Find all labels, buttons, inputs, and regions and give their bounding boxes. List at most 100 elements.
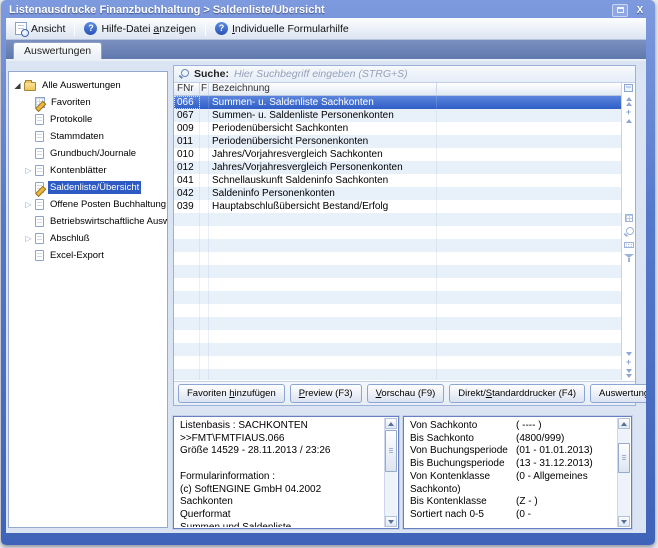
zoom-icon[interactable] <box>624 227 634 237</box>
toolbar: Ansicht ?Hilfe-Datei anzeigen ?Individuell… <box>6 18 646 40</box>
table-empty-row[interactable] <box>174 278 621 291</box>
direkt-standarddrucker-f4-button[interactable]: Direkt/Standarddrucker (F4) <box>449 384 585 403</box>
scroll-plus-down-icon[interactable]: + <box>626 359 631 366</box>
tree-item-betriebswirtschaftliche-auswertungen[interactable]: Betriebswirtschaftliche Auswertungen <box>9 213 167 230</box>
scrollbar-up-icon[interactable] <box>618 418 630 429</box>
column-select-icon[interactable] <box>624 84 633 92</box>
row-fnr: 067 <box>174 109 200 122</box>
keyboard-icon[interactable] <box>624 242 634 248</box>
table-row[interactable]: 039Hauptabschlußübersicht Bestand/Erfolg <box>174 200 621 213</box>
close-button[interactable]: X <box>632 4 648 17</box>
table-empty-row[interactable] <box>174 265 621 278</box>
tree-item-favoriten[interactable]: Favoriten <box>9 94 167 111</box>
info-line: Formularinformation : <box>180 471 383 484</box>
table-row[interactable]: 042Saldeninfo Personenkonten <box>174 187 621 200</box>
tab-auswertungen[interactable]: Auswertungen <box>13 42 102 59</box>
table-row[interactable]: 067Summen- u. Saldenliste Personenkonten <box>174 109 621 122</box>
tree-item-abschluß[interactable]: ▷Abschluß <box>9 230 167 247</box>
table-empty-row[interactable] <box>174 369 621 380</box>
column-header-fnr[interactable]: FNr <box>174 83 200 95</box>
row-cell <box>200 239 209 252</box>
column-header-empty[interactable] <box>437 83 621 95</box>
expander-icon[interactable]: ◢ <box>12 77 23 94</box>
scroll-down-icon[interactable] <box>626 352 632 356</box>
preview-f3-button[interactable]: Preview (F3) <box>290 384 362 403</box>
search-bar[interactable]: Suche: Hier Suchbegriff eingeben (STRG+S… <box>174 66 635 83</box>
scrollbar-up-icon[interactable] <box>385 418 397 429</box>
row-cell <box>437 265 621 278</box>
table-empty-row[interactable] <box>174 239 621 252</box>
toolbar-button-ansicht[interactable]: Ansicht <box>9 20 71 37</box>
row-cell <box>209 252 437 265</box>
tree-item-saldenliste-übersicht[interactable]: Saldenliste/Übersicht <box>9 179 167 196</box>
auswertung-drucken-button[interactable]: Auswertung drucken <box>590 384 646 403</box>
tree-item-grundbuch-journale[interactable]: Grundbuch/Journale <box>9 145 167 162</box>
expander-icon[interactable]: ▷ <box>23 196 34 213</box>
table-empty-row[interactable] <box>174 343 621 356</box>
tree-item-offene-posten-buchhaltung[interactable]: ▷Offene Posten Buchhaltung <box>9 196 167 213</box>
param-von-kontenklasse: Von Kontenklasse(0 - Allgemeines Sachkon… <box>410 471 616 496</box>
param-label: Bis Kontenklasse <box>410 496 510 509</box>
table-empty-row[interactable] <box>174 304 621 317</box>
row-bezeichnung: Summen- u. Saldenliste Sachkonten <box>209 96 437 109</box>
scroll-to-bottom-icon[interactable] <box>626 369 632 378</box>
scroll-plus-up-icon[interactable]: + <box>626 109 631 116</box>
tree-item-stammdaten[interactable]: Stammdaten <box>9 128 167 145</box>
table-row[interactable]: 010Jahres/Vorjahresvergleich Sachkonten <box>174 148 621 161</box>
tree-item-protokolle[interactable]: Protokolle <box>9 111 167 128</box>
preview-icon <box>15 22 27 35</box>
params-scrollbar[interactable] <box>617 418 630 527</box>
document-icon <box>35 114 44 125</box>
table-empty-row[interactable] <box>174 291 621 304</box>
table-empty-row[interactable] <box>174 213 621 226</box>
row-cell <box>200 252 209 265</box>
table-row[interactable]: 012Jahres/Vorjahresvergleich Personenkon… <box>174 161 621 174</box>
table-empty-row[interactable] <box>174 226 621 239</box>
scroll-to-top-icon[interactable] <box>626 97 632 106</box>
table-empty-row[interactable] <box>174 317 621 330</box>
favoriten-hinzufügen-button[interactable]: Favoriten hinzufügen <box>178 384 285 403</box>
column-header-bezeichnung[interactable]: Bezeichnung <box>209 83 437 95</box>
expander-icon[interactable]: ▷ <box>23 162 34 179</box>
tree-item-excel-export[interactable]: Excel-Export <box>9 247 167 264</box>
table-row[interactable]: 009Periodenübersicht Sachkonten <box>174 122 621 135</box>
toolbar-button-label: Hilfe-Datei anzeigen <box>101 23 196 35</box>
window-title: Listenausdrucke Finanzbuchhaltung > Sald… <box>9 4 612 16</box>
info-scrollbar[interactable] <box>384 418 397 527</box>
toolbar-button-label: Individuelle Formularhilfe <box>232 23 349 35</box>
grid-view-icon[interactable] <box>625 214 633 222</box>
row-cell <box>200 330 209 343</box>
table-empty-row[interactable] <box>174 330 621 343</box>
table-empty-row[interactable] <box>174 252 621 265</box>
row-fnr: 066 <box>174 96 200 109</box>
scrollbar-down-icon[interactable] <box>618 516 630 527</box>
document-icon <box>35 148 44 159</box>
table-empty-row[interactable] <box>174 356 621 369</box>
filter-icon[interactable] <box>624 253 634 262</box>
tree-item-kontenblätter[interactable]: ▷Kontenblätter <box>9 162 167 179</box>
toolbar-button-hilfe-datei-anzeigen[interactable]: ?Hilfe-Datei anzeigen <box>78 20 202 37</box>
row-bezeichnung: Jahres/Vorjahresvergleich Sachkonten <box>209 148 437 161</box>
param-value: ( ---- ) <box>516 420 542 431</box>
tree-item-alle-auswertungen[interactable]: ◢Alle Auswertungen <box>9 77 167 94</box>
row-cell <box>200 343 209 356</box>
table-row[interactable]: 011Periodenübersicht Personenkonten <box>174 135 621 148</box>
column-header-f[interactable]: F <box>200 83 209 95</box>
scrollbar-down-icon[interactable] <box>385 516 397 527</box>
scrollbar-thumb[interactable] <box>618 443 630 473</box>
toolbar-button-individuelle-formularhilfe[interactable]: ?Individuelle Formularhilfe <box>209 20 355 37</box>
table-row[interactable]: 066 Summen- u. Saldenliste Sachkonten <box>174 96 621 109</box>
restore-button[interactable] <box>612 4 628 17</box>
row-cell <box>174 252 200 265</box>
row-cell <box>437 317 621 330</box>
row-cell <box>437 291 621 304</box>
row-cell <box>200 135 209 148</box>
form-info-text: Listenbasis : SACHKONTEN>>FMT\FMTFIAUS.0… <box>175 418 383 527</box>
vorschau-f9-button[interactable]: Vorschau (F9) <box>367 384 445 403</box>
list-panel: Suche: Hier Suchbegriff eingeben (STRG+S… <box>173 65 636 406</box>
scrollbar-thumb[interactable] <box>385 430 397 472</box>
row-cell <box>174 317 200 330</box>
expander-icon[interactable]: ▷ <box>23 230 34 247</box>
table-row[interactable]: 041Schnellauskunft Saldeninfo Sachkonten <box>174 174 621 187</box>
row-cell <box>174 239 200 252</box>
